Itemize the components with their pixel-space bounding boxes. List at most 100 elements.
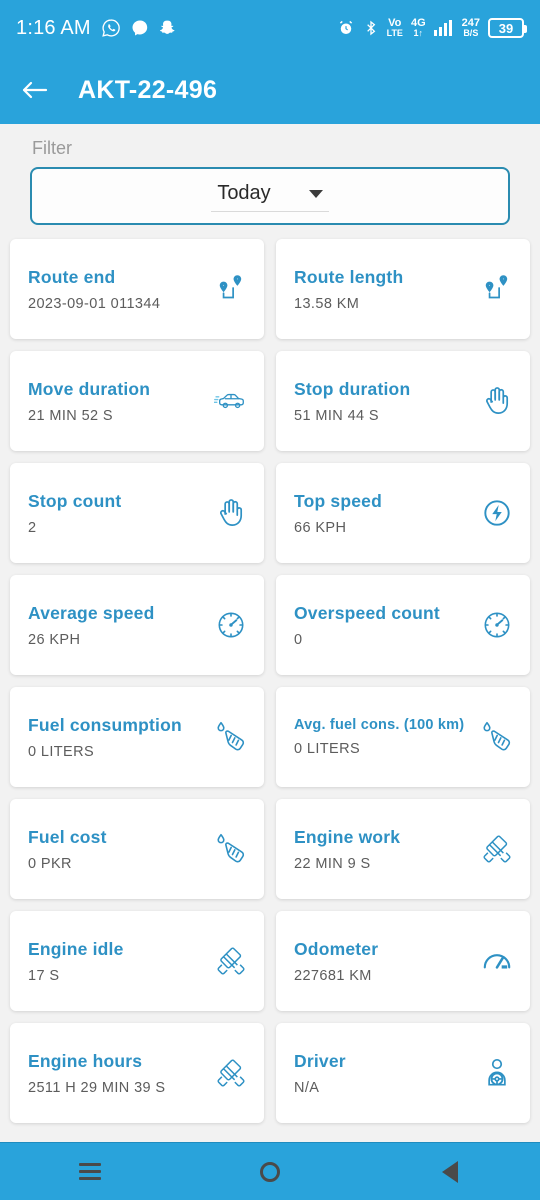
driver-icon: [478, 1054, 516, 1092]
engine-icon: [478, 830, 516, 868]
data-speed-indicator: 247 B/S: [461, 17, 480, 38]
battery-indicator: 39: [488, 18, 527, 38]
stat-card-texts: Average speed 26 KPH: [28, 603, 212, 648]
app-bar: AKT-22-496: [0, 56, 540, 124]
speedometer-icon: [212, 606, 250, 644]
stat-card-value: 66 KPH: [294, 519, 347, 536]
stat-card-texts: Engine work 22 MIN 9 S: [294, 827, 478, 872]
stat-card-title: Move duration: [28, 378, 151, 399]
stat-card-value: 0 PKR: [28, 855, 72, 872]
stat-card[interactable]: Engine work 22 MIN 9 S: [276, 799, 530, 899]
stat-card-texts: Stop duration 51 MIN 44 S: [294, 379, 478, 424]
odometer-icon: [478, 942, 516, 980]
volte-icon: Vo LTE: [386, 17, 403, 38]
stat-card[interactable]: Stop count 2: [10, 463, 264, 563]
stat-card-title: Fuel consumption: [28, 714, 182, 735]
stat-card-texts: Stop count 2: [28, 491, 212, 536]
stat-card[interactable]: Avg. fuel cons. (100 km) 0 LITERS: [276, 687, 530, 787]
filter-label: Filter: [32, 138, 72, 158]
hand-icon: [212, 494, 250, 532]
route-pins-icon: [478, 270, 516, 308]
stat-card-title: Top speed: [294, 490, 383, 511]
filter-section: Filter Today: [0, 124, 540, 225]
stat-card-title: Engine work: [294, 826, 401, 847]
stat-card[interactable]: Route end 2023-09-01 011344: [10, 239, 264, 339]
stats-grid: Route end 2023-09-01 011344 Route length 13…: [0, 225, 540, 1142]
stat-card-value: N/A: [294, 1079, 320, 1096]
stat-card-value: 227681 KM: [294, 967, 372, 984]
stat-card[interactable]: Overspeed count 0: [276, 575, 530, 675]
stat-card-texts: Fuel consumption 0 LITERS: [28, 715, 212, 760]
stat-card-value: 2023-09-01 011344: [28, 295, 161, 312]
route-pins-icon: [212, 270, 250, 308]
speedometer-icon: [478, 606, 516, 644]
stat-card-value: 2511 H 29 MIN 39 S: [28, 1079, 166, 1096]
status-bar-right: Vo LTE 4G 1↑ 247 B/S 39: [337, 17, 527, 38]
stat-card-title: Driver: [294, 1050, 346, 1071]
stat-card-title: Route end: [28, 266, 116, 287]
stat-card-texts: Driver N/A: [294, 1051, 478, 1096]
stat-card-title: Average speed: [28, 602, 155, 623]
chevron-down-icon: [308, 189, 323, 198]
recents-icon[interactable]: [60, 1152, 120, 1192]
filter-dropdown[interactable]: Today: [30, 167, 510, 225]
stat-card[interactable]: Engine idle 17 S: [10, 911, 264, 1011]
arrow-left-icon[interactable]: [20, 75, 50, 105]
stat-card-value: 22 MIN 9 S: [294, 855, 371, 872]
home-circle-icon[interactable]: [240, 1152, 300, 1192]
stat-card-texts: Fuel cost 0 PKR: [28, 827, 212, 872]
stat-card[interactable]: Top speed 66 KPH: [276, 463, 530, 563]
stat-card[interactable]: Fuel consumption 0 LITERS: [10, 687, 264, 787]
status-bar-left: 1:16 AM: [16, 17, 177, 40]
stat-card[interactable]: Average speed 26 KPH: [10, 575, 264, 675]
back-triangle-icon[interactable]: [420, 1152, 480, 1192]
stat-card-texts: Engine hours 2511 H 29 MIN 39 S: [28, 1051, 212, 1096]
filter-dropdown-inner: Today: [211, 180, 329, 212]
stat-card-texts: Odometer 227681 KM: [294, 939, 478, 984]
hand-icon: [478, 382, 516, 420]
stat-card-title: Stop duration: [294, 378, 411, 399]
stat-card-texts: Engine idle 17 S: [28, 939, 212, 984]
stat-card-value: 26 KPH: [28, 631, 81, 648]
stat-card-value: 17 S: [28, 967, 60, 984]
stat-card-title: Avg. fuel cons. (100 km): [294, 717, 465, 733]
stat-card[interactable]: Odometer 227681 KM: [276, 911, 530, 1011]
stat-card[interactable]: Move duration 21 MIN 52 S: [10, 351, 264, 451]
android-nav-bar: [0, 1142, 540, 1200]
bolt-circle-icon: [478, 494, 516, 532]
stat-card-texts: Move duration 21 MIN 52 S: [28, 379, 212, 424]
network-type-icon: 4G 1↑: [410, 17, 426, 38]
stat-card[interactable]: Fuel cost 0 PKR: [10, 799, 264, 899]
fuel-nozzle-icon: [478, 718, 516, 756]
stat-card-title: Odometer: [294, 938, 379, 959]
stat-card-title: Engine idle: [28, 938, 124, 959]
stat-card-texts: Overspeed count 0: [294, 603, 478, 648]
stat-card[interactable]: Driver N/A: [276, 1023, 530, 1123]
stat-card-value: 0: [294, 631, 303, 648]
alarm-icon: [337, 19, 355, 37]
stat-card-title: Engine hours: [28, 1050, 143, 1071]
engine-icon: [212, 942, 250, 980]
engine-icon: [212, 1054, 250, 1092]
snapchat-icon: [159, 19, 177, 37]
recents-glyph: [79, 1163, 101, 1180]
stat-card-value: 2: [28, 519, 37, 536]
stat-card[interactable]: Engine hours 2511 H 29 MIN 39 S: [10, 1023, 264, 1123]
fuel-nozzle-icon: [212, 830, 250, 868]
whatsapp-icon: [101, 18, 121, 38]
phone-screen: 1:16 AM Vo LTE 4G 1↑ 247 B/S 39 AKT-22-4…: [0, 0, 540, 1200]
back-glyph: [442, 1160, 458, 1183]
stat-card-texts: Route length 13.58 KM: [294, 267, 478, 312]
stat-card[interactable]: Stop duration 51 MIN 44 S: [276, 351, 530, 451]
stat-card-value: 21 MIN 52 S: [28, 407, 113, 424]
stat-card[interactable]: Route length 13.58 KM: [276, 239, 530, 339]
stat-card-value: 51 MIN 44 S: [294, 407, 379, 424]
stat-card-texts: Top speed 66 KPH: [294, 491, 478, 536]
car-icon: [212, 382, 250, 420]
stat-card-value: 13.58 KM: [294, 295, 360, 312]
filter-selected-value: Today: [217, 182, 271, 204]
stat-card-texts: Route end 2023-09-01 011344: [28, 267, 212, 312]
stat-card-texts: Avg. fuel cons. (100 km) 0 LITERS: [294, 717, 478, 757]
page-title: AKT-22-496: [78, 75, 218, 104]
status-bar: 1:16 AM Vo LTE 4G 1↑ 247 B/S 39: [0, 0, 540, 56]
